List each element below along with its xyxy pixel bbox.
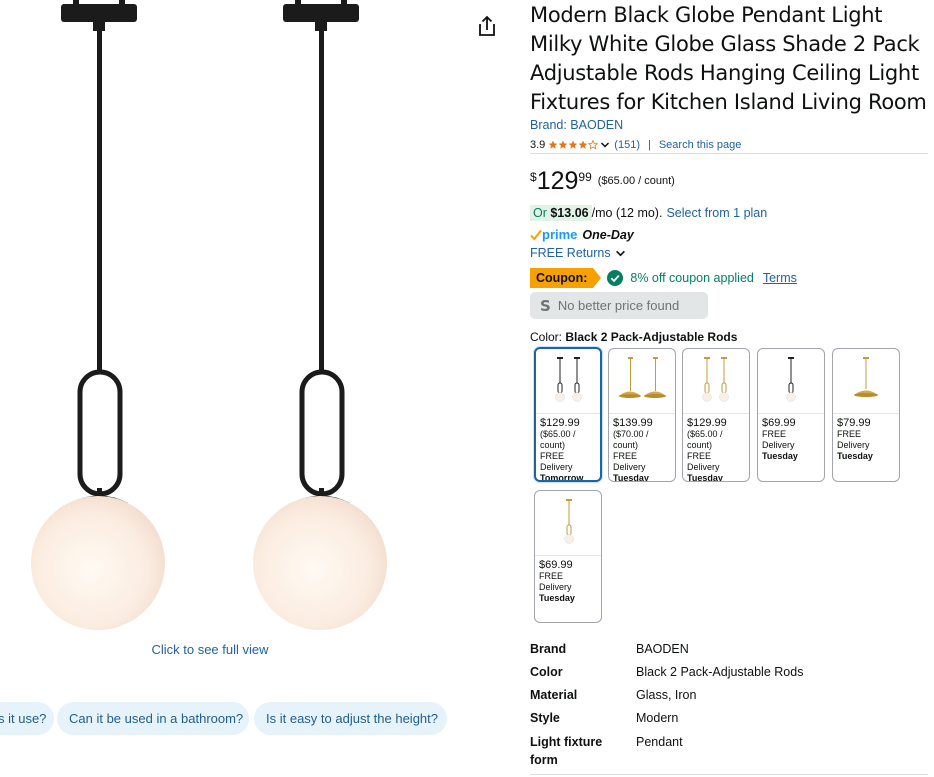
chevron-down-icon[interactable]: [600, 140, 610, 150]
spec-value: Modern: [636, 711, 679, 725]
monthly-amount: $13.06: [550, 206, 589, 220]
no-better-price-label: No better price found: [557, 298, 680, 313]
divider: [530, 774, 928, 775]
monthly-suffix: /mo (12 mo).: [591, 206, 663, 220]
spec-key: Color: [530, 665, 563, 679]
brand-link[interactable]: Brand: BAODEN: [530, 118, 623, 132]
swatch-price: $129.99: [687, 417, 727, 429]
product-title: Modern Black Globe Pendant Light Milky W…: [530, 3, 927, 114]
monthly-payment: Or $13.06 /mo (12 mo). Select from 1 pla…: [530, 204, 767, 222]
swatch-delivery: FREE Delivery: [613, 451, 646, 472]
swatch-unit-price: ($65.00 / count): [540, 429, 576, 450]
prime-check-icon: [530, 229, 542, 241]
spec-key: Material: [530, 688, 578, 702]
spec-value: Pendant: [636, 735, 683, 749]
select-plan-link[interactable]: Select from 1 plan: [666, 206, 767, 220]
star-icon: [578, 140, 588, 149]
spec-key: Light fixture form: [530, 735, 603, 767]
divider: [530, 153, 928, 154]
color-swatch[interactable]: $69.99 FREE Delivery Tuesday: [534, 490, 602, 623]
swatch-price: $69.99: [762, 417, 796, 429]
question-chip[interactable]: s it use?: [0, 702, 54, 735]
star-empty-icon: [588, 140, 599, 150]
spec-key: Style: [530, 711, 560, 725]
share-icon[interactable]: [476, 14, 498, 38]
price-fraction: 99: [578, 170, 592, 184]
prime-badge: prime One-Day: [530, 227, 634, 242]
free-returns-link[interactable]: FREE Returns: [530, 246, 626, 260]
coupon-tag: Coupon:: [530, 268, 602, 288]
swatch-delivery: FREE Delivery: [539, 571, 572, 592]
monthly-prefix: Or: [533, 206, 551, 220]
coupon-row: Coupon: 8% off coupon applied Terms: [530, 268, 797, 288]
swatch-delivery-day: Tomorrow: [540, 473, 584, 482]
unit-price: ($65.00 / count): [597, 175, 675, 187]
swatch-delivery: FREE Delivery: [687, 451, 720, 472]
color-swatch[interactable]: $129.99 ($65.00 / count) FREE Delivery T…: [682, 348, 750, 482]
star-rating[interactable]: [548, 140, 599, 150]
color-swatch[interactable]: $69.99 FREE Delivery Tuesday: [757, 348, 825, 482]
swatch-delivery-day: Tuesday: [837, 451, 873, 461]
prime-logo: prime: [542, 227, 578, 242]
swatch-price: $79.99: [837, 417, 871, 429]
swatch-delivery-day: Tuesday: [539, 593, 575, 603]
swatch-unit-price: ($65.00 / count): [687, 429, 723, 450]
question-chips: s it use? Can it be used in a bathroom? …: [0, 702, 470, 736]
search-this-page-link[interactable]: Search this page: [659, 139, 742, 151]
color-swatch[interactable]: $139.99 ($70.00 / count) FREE Delivery T…: [608, 348, 676, 482]
prime-speed: One-Day: [582, 227, 634, 242]
color-label: Color: Black 2 Pack-Adjustable Rods: [530, 330, 737, 344]
lamp-right: [253, 0, 387, 630]
swatch-delivery: FREE Delivery: [540, 451, 573, 472]
coupon-terms-link[interactable]: Terms: [763, 271, 797, 285]
swatch-price: $139.99: [613, 417, 653, 429]
chevron-down-icon: [615, 250, 625, 256]
swatch-image: [683, 349, 749, 414]
swatch-image: [609, 349, 675, 414]
star-icon: [558, 140, 568, 149]
color-swatch[interactable]: $79.99 FREE Delivery Tuesday: [832, 348, 900, 482]
full-view-link[interactable]: Click to see full view: [0, 642, 420, 657]
color-prefix: Color:: [530, 330, 566, 344]
spec-value: BAODEN: [636, 642, 689, 656]
swatch-image: [758, 349, 824, 414]
checkmark-circle-icon: [607, 270, 624, 286]
price: $ 129 99 ($65.00 / count): [530, 166, 675, 196]
swatch-image: [833, 349, 899, 414]
no-better-price-button[interactable]: S No better price found: [530, 292, 708, 319]
pendant-lights-illustration: [31, 0, 387, 630]
star-icon: [568, 140, 578, 149]
review-count-link[interactable]: (151): [614, 139, 640, 151]
swatch-delivery-day: Tuesday: [613, 473, 649, 482]
color-swatch[interactable]: $129.99 ($65.00 / count) FREE Delivery T…: [534, 347, 602, 482]
swatch-image: [535, 491, 601, 556]
coupon-applied-text: 8% off coupon applied: [630, 271, 754, 285]
swatch-unit-price: ($70.00 / count): [613, 429, 649, 450]
rating-number: 3.9: [530, 139, 546, 151]
lamp-left: [31, 0, 165, 630]
swatch-price: $129.99: [540, 417, 580, 429]
price-whole: 129: [536, 167, 579, 195]
swatch-image: [536, 349, 600, 414]
monthly-badge: Or $13.06: [530, 205, 592, 221]
swatch-price: $69.99: [539, 559, 573, 571]
question-chip[interactable]: Can it be used in a bathroom?: [57, 702, 249, 735]
question-chip[interactable]: Is it easy to adjust the height?: [254, 702, 447, 735]
spec-key: Brand: [530, 642, 567, 656]
star-icon: [548, 140, 558, 149]
rating-row: 3.9 (151) | Search this page: [530, 137, 741, 153]
swatch-delivery-day: Tuesday: [762, 451, 798, 461]
swatch-delivery: FREE Delivery: [837, 429, 870, 450]
swatch-delivery: FREE Delivery: [762, 429, 795, 450]
spec-value: Black 2 Pack-Adjustable Rods: [636, 665, 804, 679]
color-value: Black 2 Pack-Adjustable Rods: [565, 330, 738, 344]
separator: |: [647, 139, 651, 151]
price-tracker-icon: S: [540, 296, 551, 315]
spec-value: Glass, Iron: [636, 688, 697, 702]
price-symbol: $: [530, 170, 537, 184]
main-product-image[interactable]: [0, 0, 470, 640]
free-returns-label: FREE Returns: [530, 246, 611, 260]
swatch-delivery-day: Tuesday: [687, 473, 723, 482]
